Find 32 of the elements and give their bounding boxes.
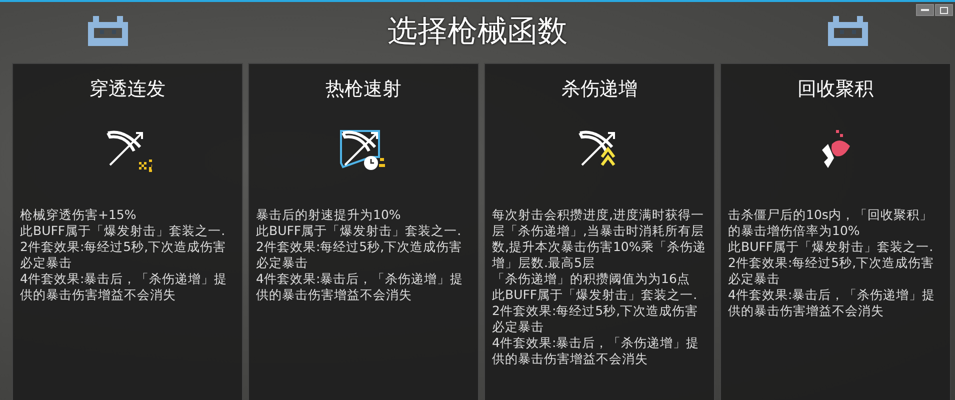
card-description: 4件套效果:暴击后，「杀伤递增」提供的暴击伤害增益不会消失 <box>20 271 228 303</box>
card-description: 2件套效果:每经过5秒,下次造成伤害必定暴击 <box>256 239 464 271</box>
maximize-button[interactable] <box>935 4 953 16</box>
robot-icon <box>828 16 868 46</box>
function-card[interactable]: 穿透连发 枪械穿透伤害+15% 此BUFF属于「爆发射击」套装之一. 2件套效果:每经过5秒,下次造成伤害必定暴击 4件套效果:暴击后，「杀伤递增」提供的暴击伤害增益不会消失 <box>12 63 243 400</box>
card-description: 暴击后的射速提升为10% <box>256 207 402 223</box>
card-description: 4件套效果:暴击后，「杀伤递增」提供的暴击伤害增益不会消失 <box>728 287 936 319</box>
function-card[interactable]: 杀伤递增 每次射击会积攒进度,进度满时获得一层「杀伤递增」,当暴击时消耗所有层数,提升本次暴击伤害10%乘「杀伤递增」层数.最高5层 「杀伤递增」的积攒阈值为为16点 此BUFF属于「爆发射击」套装之一. 2件套效果:每经过5秒,下次造成伤害必定暴击 4件套效果:暴击后，「杀伤递增」提供的暴击伤害增益不会消失 <box>484 63 715 400</box>
card-description: 4件套效果:暴击后，「杀伤递增」提供的暴击伤害增益不会消失 <box>256 271 464 303</box>
card-title: 热枪速射 <box>326 77 402 102</box>
window-title: 选择枪械函数 <box>386 12 568 50</box>
function-card[interactable]: 热枪速射 暴击后的射速提升为10% 此BUFF属于「爆发射击」套装之一. 2件套效果:每经过5秒,下次造成伤害必定暴击 4件套效果:暴击后，「杀伤递增」提供的暴击伤害增益不会消失 <box>248 63 479 400</box>
maximize-icon <box>940 6 948 14</box>
card-description: 每次射击会积攒进度,进度满时获得一层「杀伤递增」,当暴击时消耗所有层数,提升本次暴击伤害10%乘「杀伤递增」层数.最高5层 <box>492 207 707 271</box>
card-description: 2件套效果:每经过5秒,下次造成伤害必定暴击 <box>492 303 700 335</box>
card-description: 「杀伤递增」的积攒阈值为为16点 <box>492 271 691 287</box>
card-title: 穿透连发 <box>90 77 166 102</box>
minimize-button[interactable] <box>916 4 934 16</box>
robot-icon <box>88 16 128 46</box>
card-description: 4件套效果:暴击后，「杀伤递增」提供的暴击伤害增益不会消失 <box>492 335 700 367</box>
card-description: 此BUFF属于「爆发射击」套装之一. <box>492 287 698 303</box>
card-description: 2件套效果:每经过5秒,下次造成伤害必定暴击 <box>728 255 936 287</box>
card-description: 此BUFF属于「爆发射击」套装之一. <box>256 223 462 239</box>
card-description: 击杀僵尸后的10s内，「回收聚积」的暴击增伤倍率为10% <box>728 207 934 239</box>
card-description: 此BUFF属于「爆发射击」套装之一. <box>728 239 934 255</box>
card-description: 2件套效果:每经过5秒,下次造成伤害必定暴击 <box>20 239 228 271</box>
card-description: 此BUFF属于「爆发射击」套装之一. <box>20 223 226 239</box>
card-title: 回收聚积 <box>798 77 874 102</box>
card-description: 枪械穿透伤害+15% <box>20 207 138 223</box>
minimize-icon <box>921 9 929 11</box>
function-card[interactable]: 回收聚积 击杀僵尸后的10s内，「回收聚积」的暴击增伤倍率为10% 此BUFF属于「爆发射击」套装之一. 2件套效果:每经过5秒,下次造成伤害必定暴击 4件套效果:暴击后，「杀伤递增」提供的暴击伤害增益不会消失 <box>720 63 951 400</box>
card-title: 杀伤递增 <box>562 77 638 102</box>
